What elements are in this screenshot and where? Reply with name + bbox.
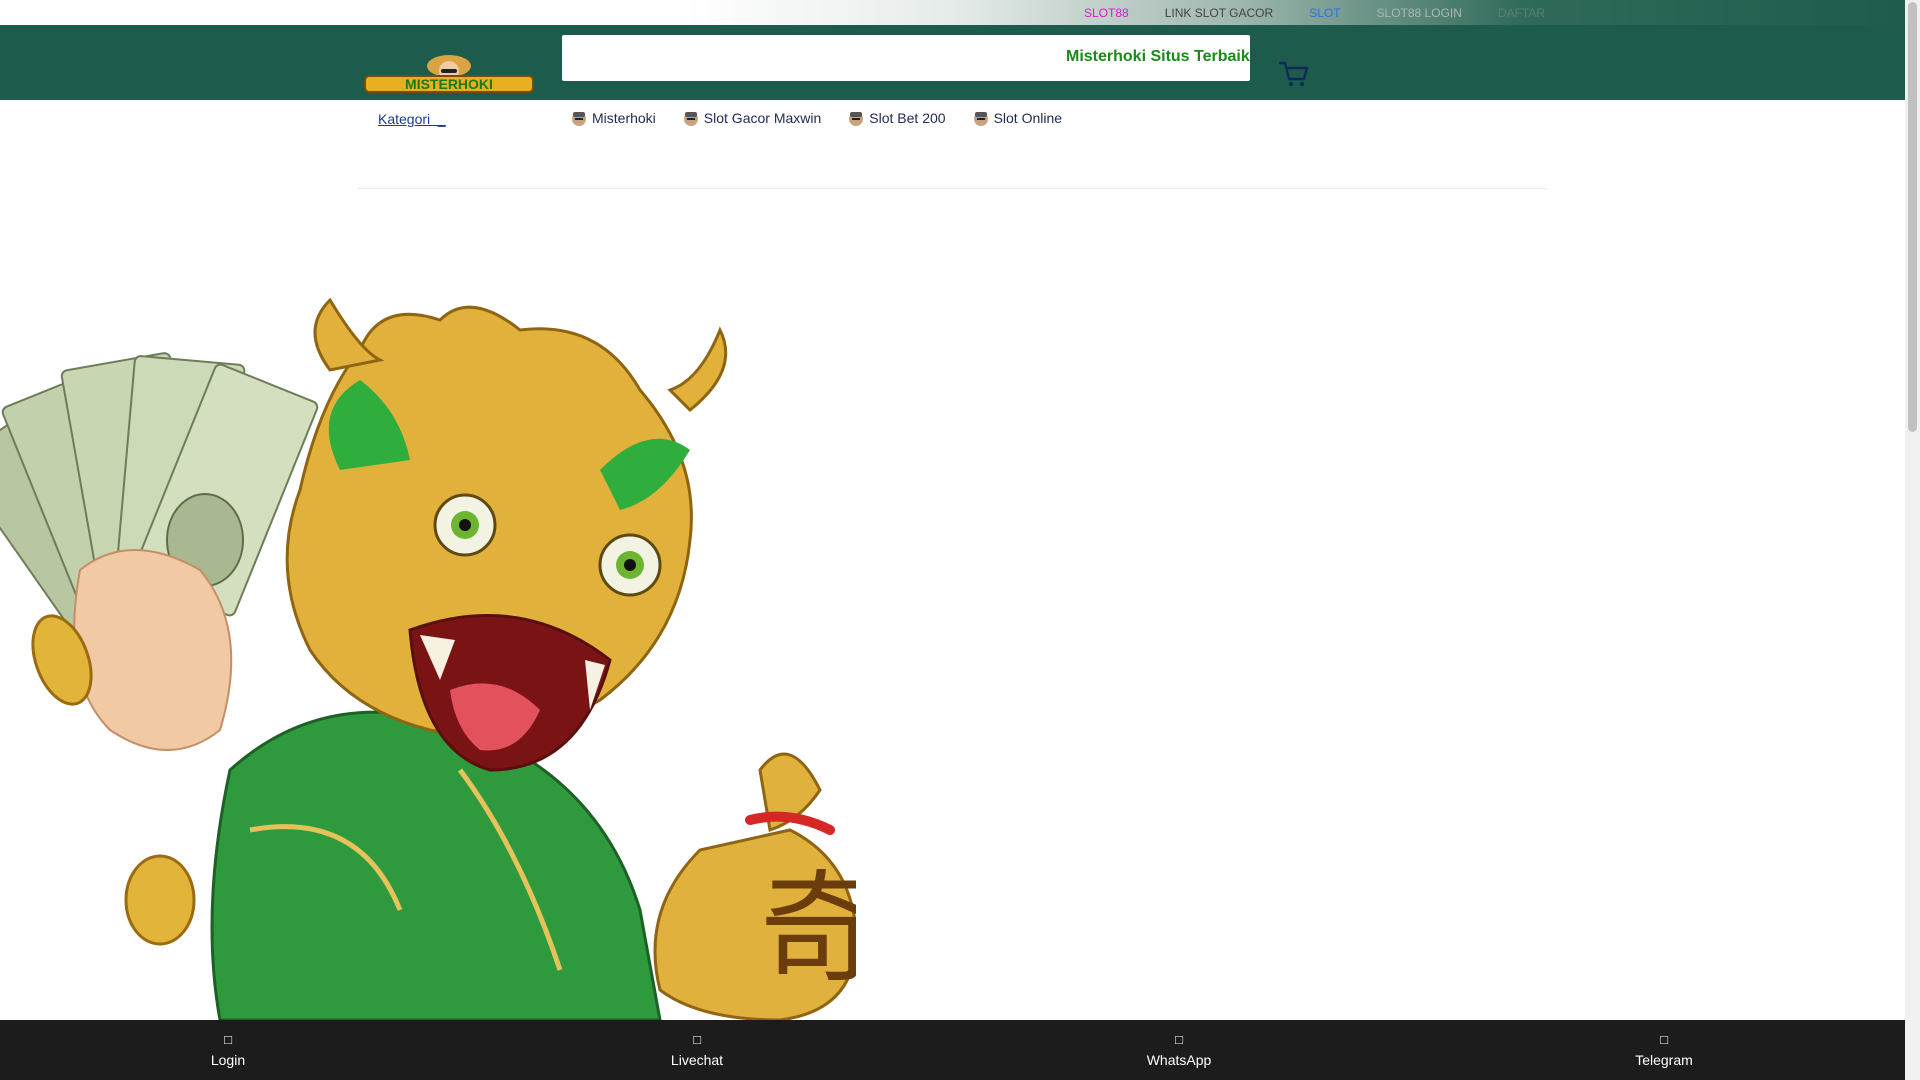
nav-item-slot-online[interactable]: Slot Online <box>972 109 1062 127</box>
hand-illustration <box>73 549 233 751</box>
category-nav: Kategori _ Misterhoki Slot Gacor Maxwin … <box>0 100 1905 190</box>
mascot-avatar-icon <box>683 112 698 126</box>
bottom-telegram-label: Telegram <box>1635 1052 1693 1068</box>
kategori-link[interactable]: Kategori _ <box>378 111 446 127</box>
nav-divider <box>358 188 1548 189</box>
livechat-icon: □ <box>693 1032 701 1047</box>
svg-text:奇: 奇 <box>760 860 856 999</box>
page-scrollbar[interactable] <box>1905 0 1920 1080</box>
mascot-avatar-icon <box>572 112 586 126</box>
top-link-link-slot-gacor[interactable]: LINK SLOT GACOR <box>1165 6 1273 20</box>
bottom-login-button[interactable]: □ Login <box>185 1020 271 1080</box>
site-logo[interactable]: MISTERHOKI <box>363 52 535 94</box>
nav-item-slot-bet-200[interactable]: Slot Bet 200 <box>847 109 946 127</box>
mascot-avatar-icon <box>973 112 988 126</box>
top-link-slot88-login[interactable]: SLOT88 LOGIN <box>1377 6 1462 20</box>
bottom-livechat-label: Livechat <box>670 1052 724 1068</box>
nav-item-misterhoki[interactable]: Misterhoki <box>570 109 656 127</box>
nav-item-label: Slot Bet 200 <box>869 110 946 126</box>
whatsapp-icon: □ <box>1175 1032 1183 1047</box>
hero-dragon-image[interactable]: 奇 <box>0 210 856 1020</box>
top-link-slot88[interactable]: SLOT88 <box>1084 6 1129 20</box>
logo-text: MISTERHOKI <box>405 76 493 92</box>
announcement-marquee: Misterhoki Situs Terbaik D <box>1066 48 1250 65</box>
mascot-avatar-icon <box>849 112 864 126</box>
dragon-robe-illustration <box>210 710 662 1020</box>
bottom-livechat-button[interactable]: □ Livechat <box>650 1020 744 1080</box>
bottom-whatsapp-button[interactable]: □ WhatsApp <box>1130 1020 1228 1080</box>
dragon-head-illustration <box>285 297 728 772</box>
nav-item-label: Slot Gacor Maxwin <box>703 110 822 126</box>
top-strip: SLOT88 LINK SLOT GACOR SLOT SLOT88 LOGIN… <box>0 0 1905 25</box>
bottom-bar: □ Login □ Livechat □ WhatsApp □ Telegram <box>0 1020 1905 1080</box>
telegram-icon: □ <box>1660 1032 1668 1047</box>
nav-items: Misterhoki Slot Gacor Maxwin Slot Bet 20… <box>570 109 1088 127</box>
nav-item-label: Slot Online <box>993 110 1063 126</box>
bottom-telegram-button[interactable]: □ Telegram <box>1618 1020 1710 1080</box>
top-link-slot[interactable]: SLOT <box>1309 6 1340 20</box>
logo-mascot-glasses <box>441 69 457 73</box>
bottom-whatsapp-label: WhatsApp <box>1146 1052 1212 1068</box>
cart-icon[interactable] <box>1278 60 1310 88</box>
coin-illustration <box>124 854 196 946</box>
money-bag-illustration: 奇 <box>653 752 856 1020</box>
page: SLOT88 LINK SLOT GACOR SLOT SLOT88 LOGIN… <box>0 0 1905 1080</box>
top-links: SLOT88 LINK SLOT GACOR SLOT SLOT88 LOGIN… <box>1084 0 1581 25</box>
announcement-box: Misterhoki Situs Terbaik D <box>562 35 1250 81</box>
bottom-login-label: Login <box>210 1052 246 1068</box>
scrollbar-thumb[interactable] <box>1908 2 1917 432</box>
nav-item-slot-gacor-maxwin[interactable]: Slot Gacor Maxwin <box>682 109 821 127</box>
login-icon: □ <box>224 1032 232 1047</box>
nav-item-label: Misterhoki <box>592 110 656 126</box>
top-link-daftar[interactable]: DAFTAR <box>1498 6 1545 20</box>
